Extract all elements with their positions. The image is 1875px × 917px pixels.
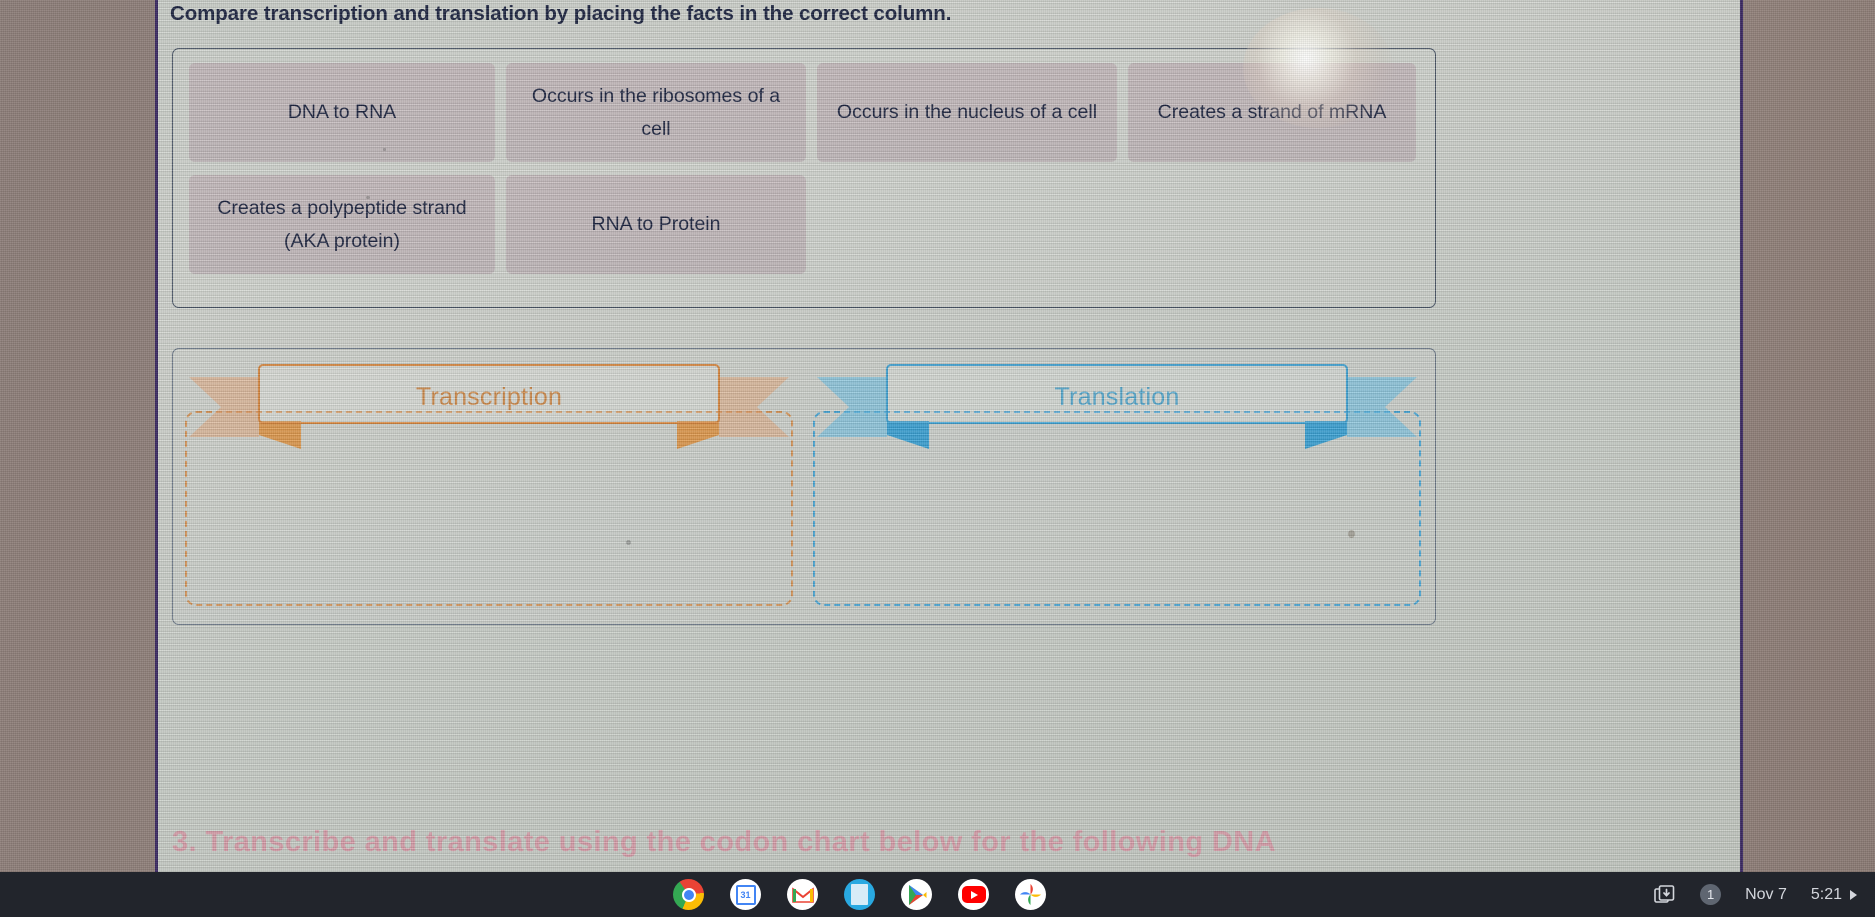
photos-icon[interactable] xyxy=(1015,879,1046,910)
downloads-tray-button[interactable] xyxy=(1644,877,1686,913)
card-bank-row: DNA to RNA Occurs in the ribosomes of a … xyxy=(189,63,1419,162)
photo-of-laptop-screen: Compare transcription and translation by… xyxy=(0,0,1875,917)
column-translation: Translation xyxy=(805,349,1429,624)
gmail-icon[interactable] xyxy=(787,879,818,910)
tray-time: 5:21 xyxy=(1810,885,1842,903)
card-label: Occurs in the nucleus of a cell xyxy=(836,101,1098,123)
card-bank: DNA to RNA Occurs in the ribosomes of a … xyxy=(172,48,1436,308)
docs-icon[interactable] xyxy=(844,879,875,910)
tray-date: Nov 7 xyxy=(1745,885,1787,903)
card-bank-row: Creates a polypeptide strand (AKA protei… xyxy=(189,175,1419,274)
play-triangle-icon xyxy=(908,884,926,905)
laptop-screen: Compare transcription and translation by… xyxy=(155,0,1743,873)
next-question-heading: 3. Transcribe and translate using the co… xyxy=(172,826,1276,858)
drop-area: Transcription Translation xyxy=(172,348,1436,625)
banner-transcription: Transcription xyxy=(189,363,789,449)
system-tray: 1 Nov 7 5:21 xyxy=(1644,877,1867,913)
card-label: Creates a strand of mRNA xyxy=(1157,101,1387,123)
youtube-icon[interactable] xyxy=(958,879,989,910)
card-label: RNA to Protein xyxy=(591,213,721,235)
banner-translation: Translation xyxy=(817,363,1417,449)
draggable-card-creates-polypeptide[interactable]: Creates a polypeptide strand (AKA protei… xyxy=(189,175,495,274)
taskbar-app-icons: 31 xyxy=(673,879,1046,910)
column-transcription: Transcription xyxy=(177,349,801,624)
ribbon-shape-icon xyxy=(817,364,1417,449)
worksheet-page: Compare transcription and translation by… xyxy=(158,0,1740,873)
date-button[interactable]: Nov 7 xyxy=(1735,879,1797,911)
calendar-day: 31 xyxy=(735,884,756,905)
draggable-card-occurs-nucleus[interactable]: Occurs in the nucleus of a cell xyxy=(817,63,1117,162)
notification-badge-button[interactable]: 1 xyxy=(1690,877,1731,912)
draggable-card-creates-mrna[interactable]: Creates a strand of mRNA xyxy=(1128,63,1416,162)
card-label: DNA to RNA xyxy=(287,101,397,123)
chevron-right-icon xyxy=(1850,889,1857,900)
pinwheel-icon xyxy=(1020,884,1041,905)
chrome-icon[interactable] xyxy=(673,879,704,910)
envelope-icon xyxy=(791,886,814,903)
draggable-card-occurs-ribosomes[interactable]: Occurs in the ribosomes of a cell xyxy=(506,63,806,162)
draggable-card-dna-to-rna[interactable]: DNA to RNA xyxy=(189,63,495,162)
page-title: Compare transcription and translation by… xyxy=(170,2,952,25)
card-label: Creates a polypeptide strand (AKA protei… xyxy=(217,196,467,252)
card-label: Occurs in the ribosomes of a cell xyxy=(531,84,781,140)
ribbon-shape-icon xyxy=(189,364,789,449)
notification-count: 1 xyxy=(1700,884,1722,905)
calendar-icon[interactable]: 31 xyxy=(730,879,761,910)
status-area-button[interactable]: 5:21 xyxy=(1801,879,1867,911)
download-files-icon xyxy=(1654,884,1675,903)
draggable-card-rna-to-protein[interactable]: RNA to Protein xyxy=(506,175,806,274)
play-store-icon[interactable] xyxy=(901,879,932,910)
taskbar: 31 1 Nov 7 5:21 xyxy=(0,872,1875,917)
